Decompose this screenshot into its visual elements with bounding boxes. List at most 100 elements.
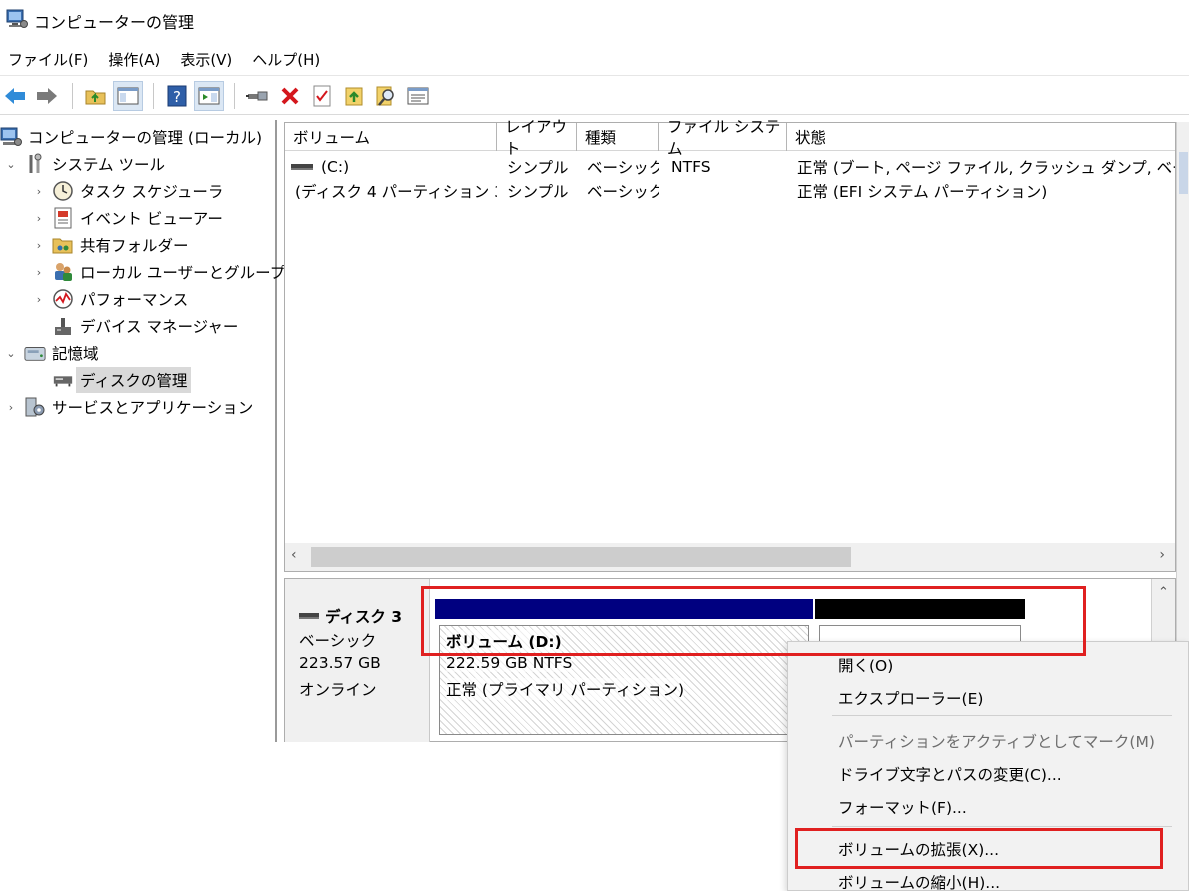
clock-icon [52, 180, 74, 202]
menu-item-change-drive-letter[interactable]: ドライブ文字とパスの変更(C)... [838, 763, 1062, 785]
disk-name: ディスク 3 [325, 608, 403, 626]
menu-item-shrink-volume[interactable]: ボリュームの縮小(H)... [838, 871, 1000, 891]
chevron-right-icon[interactable]: › [32, 266, 46, 279]
storage-icon [24, 342, 46, 364]
tree-item-storage[interactable]: ⌄ 記憶域 [4, 340, 99, 366]
volume-cell: (C:) [291, 155, 497, 179]
partition-d-status: 正常 (プライマリ パーティション) [446, 678, 685, 700]
menu-item-explorer[interactable]: エクスプローラー(E) [838, 687, 983, 709]
column-header-volume[interactable]: ボリューム [285, 123, 497, 151]
chevron-right-icon[interactable]: › [32, 239, 46, 252]
tree-item-label: 共有フォルダー [80, 237, 189, 255]
chevron-down-icon[interactable]: ⌄ [4, 347, 18, 360]
help-icon[interactable]: ? [162, 81, 192, 111]
menu-bar: ファイル(F) 操作(A) 表示(V) ヘルプ(H) [0, 44, 1189, 76]
column-header-type[interactable]: 種類 [577, 123, 659, 151]
tree-item-local-users[interactable]: › ローカル ユーザーとグループ [32, 259, 285, 285]
users-icon [52, 261, 74, 283]
column-header-filesystem[interactable]: ファイル システム [659, 118, 787, 158]
chevron-down-icon[interactable]: ⌄ [4, 158, 18, 171]
navigation-tree: コンピューターの管理 (ローカル) ⌄ システム ツール › タスク スケジュー… [0, 120, 285, 742]
column-header-status[interactable]: 状態 [787, 123, 1175, 151]
search-icon[interactable] [371, 81, 401, 111]
partition-d-size: 222.59 GB NTFS [446, 654, 573, 672]
chevron-right-icon[interactable]: › [32, 293, 46, 306]
properties-icon[interactable] [307, 81, 337, 111]
disk-type: ベーシック [299, 632, 377, 650]
table-row[interactable]: (ディスク 4 パーティション 3) シンプル ベーシック 正常 (EFI シス… [285, 179, 1175, 203]
toolbar: ? [0, 77, 1189, 115]
toolbar-separator [234, 82, 235, 109]
table-row[interactable]: (C:) シンプル ベーシック NTFS 正常 (ブート, ページ ファイル, … [285, 155, 1175, 179]
primary-partition-bar [435, 599, 813, 619]
layout-cell: シンプル [507, 183, 569, 201]
menu-action[interactable]: 操作(A) [100, 49, 172, 70]
menu-item-extend-volume[interactable]: ボリュームの拡張(X)... [838, 838, 999, 860]
shared-folder-icon [52, 234, 74, 256]
forward-icon[interactable] [32, 81, 62, 111]
scroll-up-icon[interactable]: ⌃ [1158, 585, 1169, 600]
tree-item-label: 記憶域 [52, 345, 99, 363]
status-cell: 正常 (ブート, ページ ファイル, クラッシュ ダンプ, ベーシック デ [797, 159, 1175, 177]
scroll-right-icon[interactable]: › [1159, 547, 1165, 563]
status-cell: 正常 (EFI システム パーティション) [797, 183, 1048, 201]
action-pane-icon[interactable] [194, 80, 224, 111]
menu-separator [832, 715, 1172, 716]
computer-management-icon [0, 126, 22, 148]
disk-info[interactable]: ディスク 3 ベーシック 223.57 GB オンライン [285, 579, 430, 743]
filesystem-cell [671, 179, 787, 203]
tree-item-performance[interactable]: › パフォーマンス [32, 286, 188, 312]
tree-item-label: タスク スケジューラ [80, 183, 224, 201]
tree-item-label: ローカル ユーザーとグループ [80, 264, 286, 282]
chevron-right-icon[interactable]: › [4, 401, 18, 414]
tree-item-label: コンピューターの管理 (ローカル) [28, 129, 263, 147]
type-cell: ベーシック [587, 183, 659, 201]
performance-icon [52, 288, 74, 310]
scrollbar-thumb[interactable] [1179, 152, 1188, 194]
tree-item-services-apps[interactable]: › サービスとアプリケーション [4, 394, 253, 420]
horizontal-scrollbar[interactable]: ‹ › [285, 543, 1175, 571]
type-cell: ベーシック [587, 159, 659, 177]
delete-icon[interactable] [275, 81, 305, 111]
show-hide-tree-icon[interactable] [113, 80, 143, 111]
filesystem-cell: NTFS [671, 158, 711, 176]
menu-separator [832, 826, 1172, 827]
volume-list: ボリューム レイアウト 種類 ファイル システム 状態 (C:) シンプル ベー… [284, 118, 1176, 572]
connect-icon[interactable] [243, 81, 273, 111]
device-manager-icon [52, 315, 74, 337]
menu-item-format[interactable]: フォーマット(F)... [838, 796, 967, 818]
tree-item-label: ディスクの管理 [76, 367, 192, 393]
up-folder-icon[interactable] [81, 81, 111, 111]
context-menu: 開く(O) エクスプローラー(E) パーティションをアクティブとしてマーク(M)… [787, 641, 1189, 891]
partition-d-body[interactable]: ボリューム (D:) 222.59 GB NTFS 正常 (プライマリ パーティ… [439, 625, 809, 735]
tree-item-disk-management[interactable]: ディスクの管理 [52, 367, 192, 393]
column-header-layout[interactable]: レイアウト [497, 118, 577, 158]
toolbar-separator [153, 82, 154, 109]
chevron-right-icon[interactable]: › [32, 185, 46, 198]
window-title: コンピューターの管理 [34, 13, 195, 32]
menu-file[interactable]: ファイル(F) [0, 49, 100, 70]
partition-d[interactable]: ボリューム (D:) 222.59 GB NTFS 正常 (プライマリ パーティ… [435, 599, 813, 739]
disk-size: 223.57 GB [299, 654, 381, 672]
tree-item-label: パフォーマンス [80, 291, 189, 309]
tree-item-shared-folders[interactable]: › 共有フォルダー [32, 232, 189, 258]
computer-management-icon [6, 9, 28, 33]
tree-item-event-viewer[interactable]: › イベント ビューアー [32, 205, 223, 231]
partition-d-label: ボリューム (D:) [446, 630, 562, 652]
tree-item-device-manager[interactable]: デバイス マネージャー [52, 313, 238, 339]
menu-view[interactable]: 表示(V) [172, 49, 244, 70]
scrollbar-thumb[interactable] [311, 547, 851, 567]
list-icon[interactable] [403, 81, 433, 111]
folder-up-icon[interactable] [339, 81, 369, 111]
tree-item-system-tools[interactable]: ⌄ システム ツール [4, 151, 165, 177]
scroll-left-icon[interactable]: ‹ [291, 547, 297, 563]
back-icon[interactable] [0, 81, 30, 111]
menu-help[interactable]: ヘルプ(H) [244, 49, 332, 70]
tree-item-root[interactable]: コンピューターの管理 (ローカル) [0, 124, 262, 150]
tools-icon [24, 153, 46, 175]
tree-item-label: イベント ビューアー [80, 210, 223, 228]
chevron-right-icon[interactable]: › [32, 212, 46, 225]
tree-item-task-scheduler[interactable]: › タスク スケジューラ [32, 178, 223, 204]
menu-item-open[interactable]: 開く(O) [838, 654, 893, 676]
layout-cell: シンプル [507, 159, 569, 177]
